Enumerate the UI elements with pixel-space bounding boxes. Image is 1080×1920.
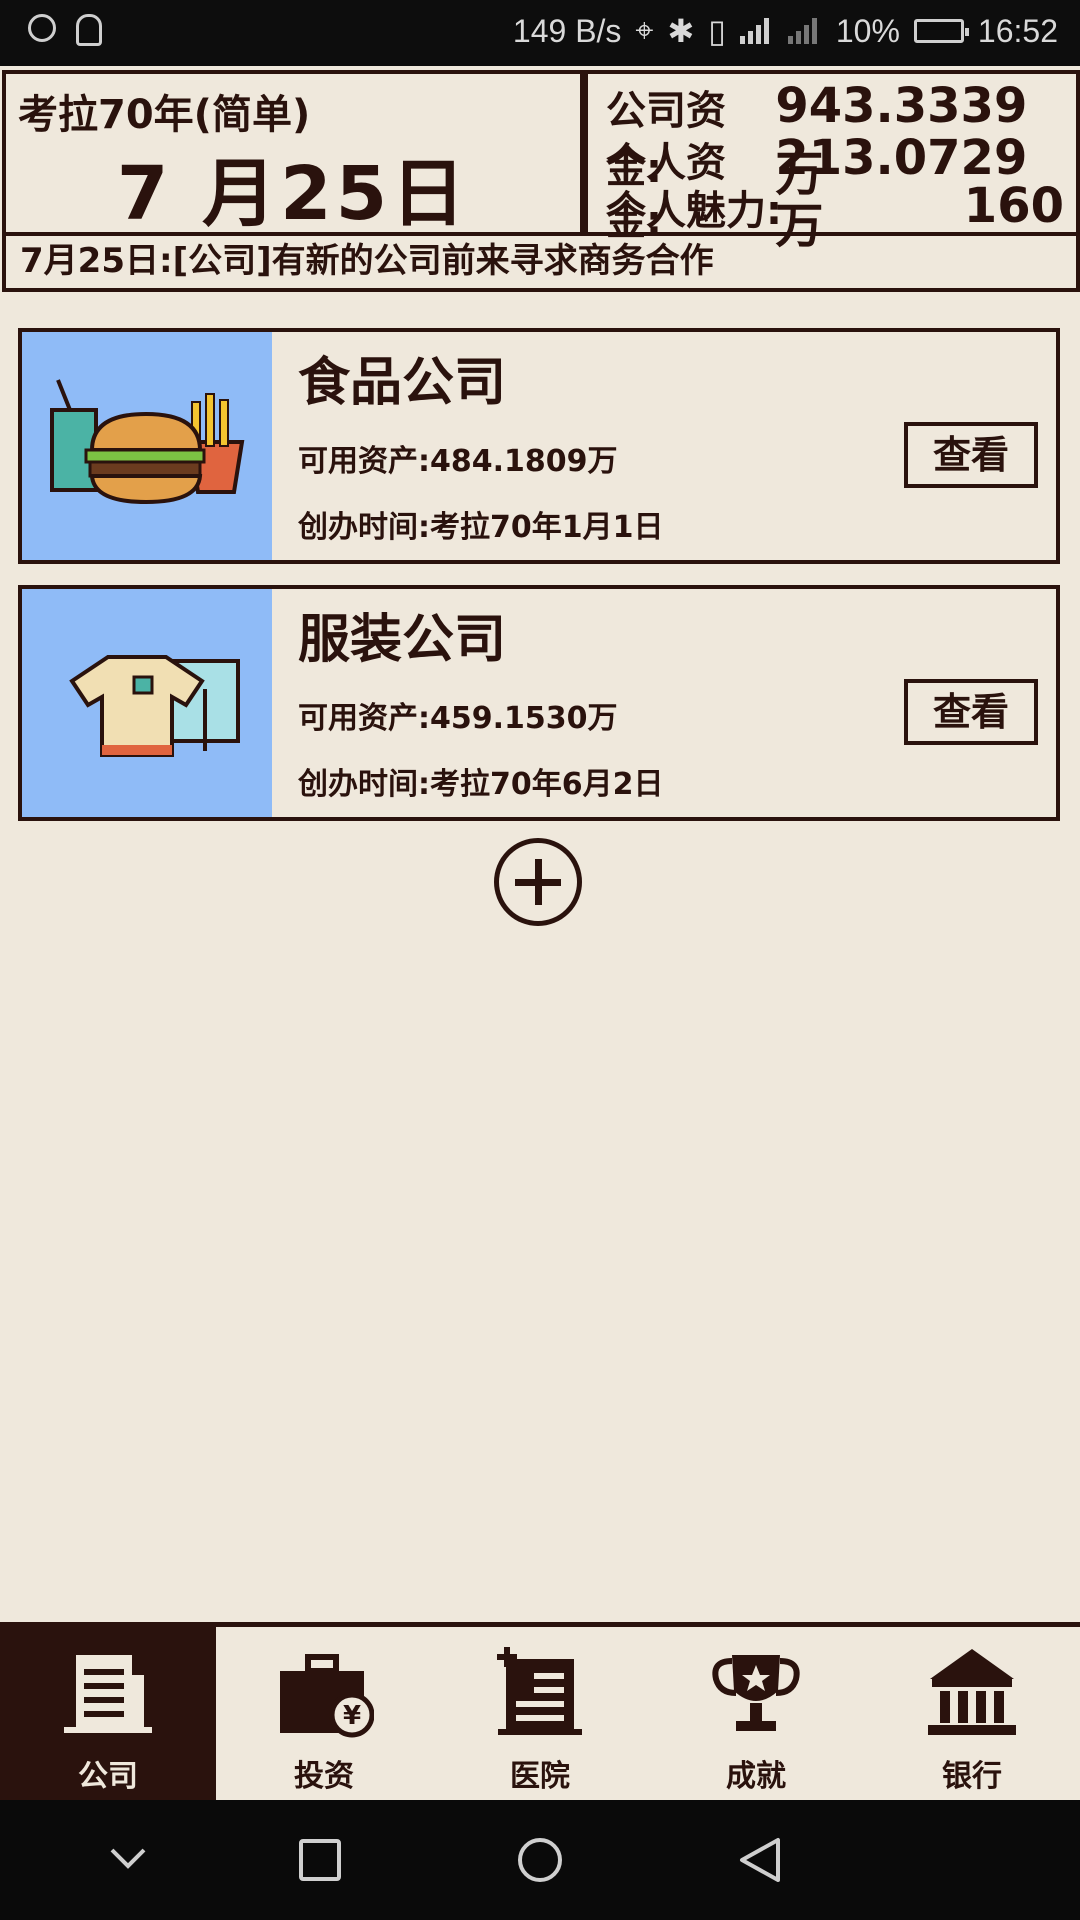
finance-panel: 公司资金: 943.3339万 个人资金: 213.0729万 个人魅力: 16…	[584, 70, 1080, 254]
company-founded: 创办时间:考拉70年1月1日	[298, 510, 664, 545]
svg-text:¥: ¥	[343, 1701, 361, 1731]
network-speed: 149 B/s	[512, 12, 622, 49]
nav-item-hospital[interactable]: 医院	[432, 1627, 648, 1800]
company-founded: 创办时间:考拉70年6月2日	[298, 767, 664, 802]
company-card[interactable]: 服装公司 可用资产:459.1530万 创办时间:考拉70年6月2日 查看	[18, 585, 1060, 821]
signal-2-icon	[787, 18, 822, 44]
nav-item-bank[interactable]: 银行	[864, 1627, 1080, 1800]
bank-icon	[928, 1649, 1016, 1735]
add-company-button[interactable]	[494, 838, 582, 926]
signal-icon	[739, 18, 774, 44]
clothing-company-thumbnail	[22, 589, 272, 817]
company-assets: 可用资产:484.1809万	[298, 444, 618, 479]
food-icon	[50, 379, 245, 505]
current-date: 7 月25日	[116, 151, 470, 237]
nav-item-achievement[interactable]: 成就	[648, 1627, 864, 1800]
game-mode-label: 考拉70年(简单)	[18, 92, 311, 138]
company-assets: 可用资产:459.1530万	[298, 701, 618, 736]
back-button[interactable]	[738, 1836, 782, 1884]
home-button[interactable]	[516, 1836, 564, 1884]
status-bar: 149 B/s ⌖ ✱ ▯ 10% 16:52	[0, 0, 1080, 66]
chevron-down-icon[interactable]	[108, 1844, 148, 1874]
charisma-label: 个人魅力:	[606, 188, 782, 234]
battery-icon	[913, 19, 969, 43]
view-button[interactable]: 查看	[904, 679, 1038, 745]
view-button[interactable]: 查看	[904, 422, 1038, 488]
vibrate-icon: ▯	[708, 13, 726, 49]
charisma-value: 160	[963, 178, 1064, 234]
briefcase-icon: ¥	[280, 1654, 374, 1738]
company-name: 服装公司	[298, 610, 507, 670]
clock: 16:52	[977, 12, 1058, 49]
building-icon	[64, 1655, 152, 1733]
battery-percent: 10%	[835, 12, 900, 49]
company-name: 食品公司	[298, 353, 507, 413]
hospital-icon	[497, 1647, 582, 1735]
notification-icons	[28, 14, 102, 46]
news-ticker: 7月25日:[公司]有新的公司前来寻求商务合作	[2, 236, 1080, 292]
system-nav-bar	[0, 1800, 1080, 1920]
nav-item-company[interactable]: 公司	[0, 1627, 216, 1800]
recents-button[interactable]	[298, 1838, 342, 1882]
app-notification-icon	[28, 14, 56, 42]
location-icon: ⌖	[635, 12, 654, 48]
date-panel: 考拉70年(简单) 7 月25日	[2, 70, 584, 237]
food-company-thumbnail	[22, 332, 272, 560]
assistant-notification-icon	[76, 14, 102, 46]
nav-label: 医院	[510, 1759, 570, 1794]
nav-label: 公司	[78, 1759, 138, 1794]
bottom-nav: 公司 ¥ 投资 医院 成就 银行	[0, 1622, 1080, 1800]
nav-item-investment[interactable]: ¥ 投资	[216, 1627, 432, 1800]
trophy-icon	[712, 1655, 800, 1731]
bluetooth-icon: ✱	[667, 13, 695, 49]
status-indicators: 149 B/s ⌖ ✱ ▯ 10% 16:52	[513, 12, 1058, 50]
clothing-icon	[69, 655, 240, 757]
nav-label: 银行	[942, 1759, 1002, 1794]
nav-label: 成就	[726, 1759, 786, 1794]
company-card[interactable]: 食品公司 可用资产:484.1809万 创办时间:考拉70年1月1日 查看	[18, 328, 1060, 564]
charisma-row: 个人魅力: 160	[606, 178, 1064, 236]
nav-label: 投资	[294, 1759, 354, 1794]
